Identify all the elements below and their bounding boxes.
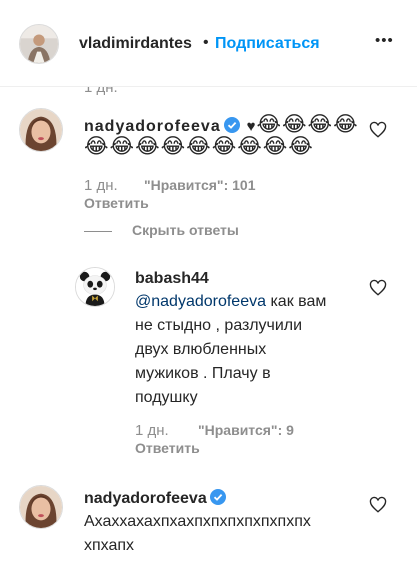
like-heart-icon[interactable] — [369, 496, 387, 514]
panda-avatar-image — [76, 268, 114, 306]
reply-username[interactable]: babash44 — [135, 270, 209, 288]
reply-text: @nadyadorofeeva как вам не стыдно , разл… — [135, 293, 327, 406]
like-heart-icon[interactable] — [369, 121, 387, 139]
comment-likes[interactable]: "Нравится": 101 — [144, 177, 255, 193]
comment-username[interactable]: nadyadorofeeva — [84, 118, 221, 135]
comment-avatar[interactable] — [19, 108, 63, 152]
comment-time: 1 дн. — [84, 177, 118, 194]
avatar-image — [20, 486, 62, 528]
more-options-icon[interactable]: ••• — [375, 32, 394, 49]
header-username[interactable]: vladimirdantes — [79, 35, 192, 53]
avatar-image — [20, 109, 62, 151]
follow-button[interactable]: Подписаться — [215, 35, 320, 53]
avatar-image — [20, 25, 58, 63]
clipped-time-label: 1 дн. — [84, 87, 118, 96]
reply-likes[interactable]: "Нравится": 9 — [198, 422, 294, 438]
mention-link[interactable]: @nadyadorofeeva — [135, 293, 266, 310]
emoji-line-1: 😂😂😂😂 — [256, 113, 359, 136]
header-separator: • — [203, 34, 209, 51]
header-avatar[interactable] — [19, 24, 59, 64]
reply-avatar[interactable] — [75, 267, 115, 307]
comment-header: nadyadorofeeva — [84, 489, 226, 508]
comment-avatar[interactable] — [19, 485, 63, 529]
hide-replies-button[interactable]: Скрыть ответы — [132, 222, 239, 238]
heart-emoji: ♥ — [246, 118, 257, 135]
like-heart-icon[interactable] — [369, 279, 387, 297]
comment-username[interactable]: nadyadorofeeva — [84, 490, 207, 507]
replies-divider-line — [84, 231, 112, 232]
reply-button[interactable]: Ответить — [135, 440, 200, 456]
verified-badge-icon — [209, 489, 226, 505]
reply-button[interactable]: Ответить — [84, 195, 149, 211]
emoji-line-2: 😂😂😂😂😂😂😂😂😂 — [84, 135, 314, 158]
reply-time: 1 дн. — [135, 422, 169, 439]
comment-text: Ахаххахахпхахпхпхпхпхпхпхпх хпхапх — [84, 513, 311, 554]
verified-badge-icon — [223, 117, 240, 133]
